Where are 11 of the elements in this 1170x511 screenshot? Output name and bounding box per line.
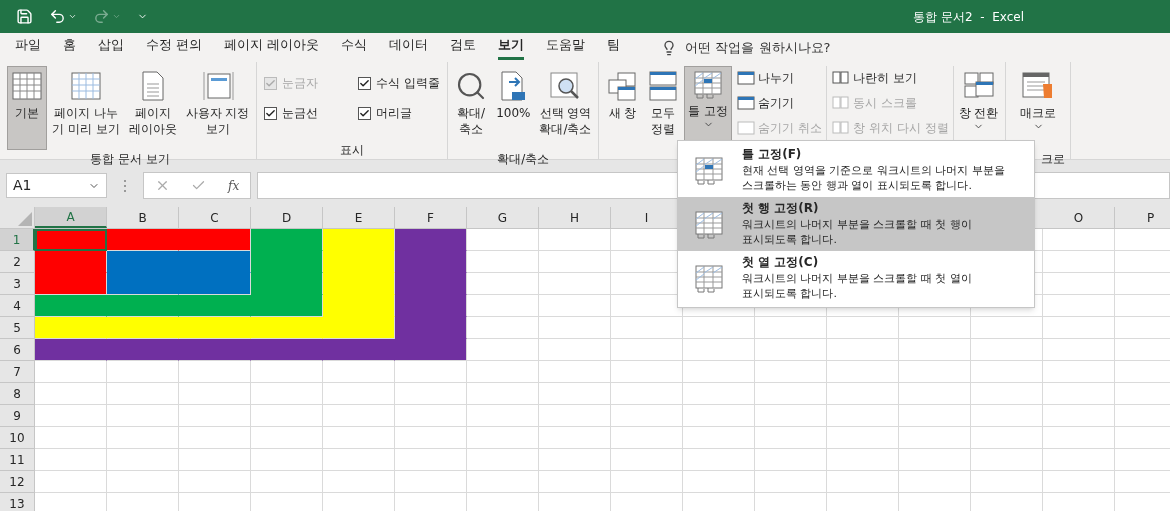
group-label: 표시 — [340, 142, 365, 159]
menu-item-title: 첫 행 고정(R) — [742, 200, 820, 217]
menu-item-description: 현재 선택 영역을 기준으로 워크시트의 나머지 부분을 스크롤하는 동안 행과 열이 표시되도록 합니다. — [742, 163, 1005, 193]
window-title: 통합 문서2 - Excel — [913, 8, 1024, 26]
group-label: 통합 문서 보기 — [90, 151, 171, 168]
group-label: 크로 — [1041, 151, 1066, 168]
menu-item-description: 워크시트의 나머지 부분을 스크롤할 때 첫 열이 표시되도록 합니다. — [742, 271, 972, 301]
menu-item-description: 워크시트의 나머지 부분을 스크롤할 때 첫 행이 표시되도록 합니다. — [742, 217, 972, 247]
menu-item-title: 틀 고정(F) — [742, 146, 803, 163]
menu-item-title: 첫 열 고정(C) — [742, 254, 820, 271]
group-label: 확대/축소 — [497, 151, 550, 168]
